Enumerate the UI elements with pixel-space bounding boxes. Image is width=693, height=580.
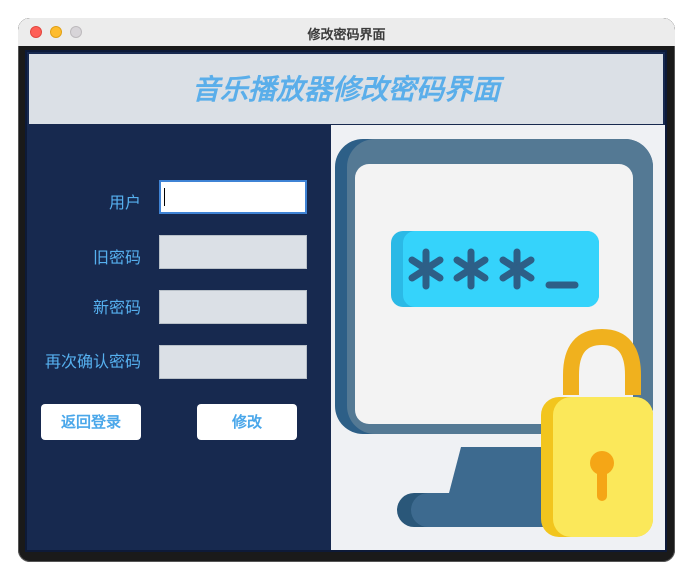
- user-input[interactable]: [159, 180, 307, 214]
- back-to-login-button[interactable]: 返回登录: [41, 404, 141, 440]
- window-title: 修改密码界面: [307, 28, 386, 43]
- main-content: 音乐播放器修改密码界面 用户 旧密码 新密码 再次确认密码 返回登录 修改: [25, 50, 667, 552]
- confirm-password-input[interactable]: [159, 345, 307, 379]
- new-password-input[interactable]: [159, 290, 307, 324]
- illustration-panel: [331, 125, 665, 550]
- page-title: 音乐播放器修改密码界面: [191, 73, 500, 106]
- title-bar: 修改密码界面: [18, 18, 675, 46]
- old-password-label: 旧密码: [92, 248, 141, 267]
- new-password-label: 新密码: [92, 298, 141, 317]
- password-field-icon: [391, 231, 599, 307]
- app-window: 修改密码界面 音乐播放器修改密码界面 用户 旧密码 新密码 再次确认密码 返回登…: [18, 18, 675, 562]
- modify-button[interactable]: 修改: [197, 404, 297, 440]
- old-password-input[interactable]: [159, 235, 307, 269]
- password-monitor-illustration: [335, 139, 653, 537]
- confirm-password-label: 再次确认密码: [44, 352, 141, 371]
- text-caret: [164, 188, 165, 206]
- user-label: 用户: [108, 193, 141, 212]
- page-header: 音乐播放器修改密码界面: [29, 54, 663, 124]
